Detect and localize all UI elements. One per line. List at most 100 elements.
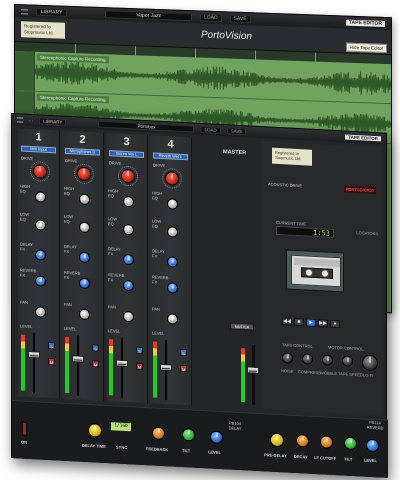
high-eq-knob[interactable]	[79, 193, 90, 206]
high-eq-knob[interactable]	[35, 191, 46, 203]
wobble-knob[interactable]	[322, 354, 333, 366]
menu-icon[interactable]	[17, 117, 23, 123]
channel-fader-cap[interactable]	[160, 363, 172, 372]
high-eq-knob[interactable]	[167, 198, 178, 210]
play-button[interactable]: ▶	[306, 318, 316, 327]
delay-fx-knob[interactable]	[167, 256, 178, 268]
channel-meter	[21, 334, 25, 391]
master-fader-cap[interactable]	[247, 366, 259, 374]
channel-fader-track[interactable]	[77, 335, 79, 396]
compress-knob[interactable]	[302, 353, 313, 365]
master-section-label: MASTER	[223, 149, 247, 157]
master-fader-track[interactable]	[252, 344, 255, 405]
preset-name-display[interactable]: Portobox	[98, 120, 195, 133]
load-button[interactable]: LOAD	[199, 13, 222, 23]
low-eq-knob[interactable]	[35, 219, 46, 231]
preset-name-display[interactable]: Vapor Jazz	[105, 10, 192, 22]
knob-label: LO-FI	[363, 372, 374, 378]
save-button[interactable]: SAVE	[229, 14, 251, 24]
drive-knob[interactable]	[77, 166, 91, 182]
low-eq-knob[interactable]	[167, 226, 178, 238]
record-button[interactable]: ●	[330, 319, 340, 329]
menu-icon[interactable]	[21, 8, 28, 14]
lo-fi-knob[interactable]	[362, 354, 378, 372]
channel-fader-cap[interactable]	[116, 359, 128, 368]
feedback-knob[interactable]	[152, 426, 165, 441]
library-button[interactable]: LIBRARY	[36, 7, 68, 17]
reverb-level-knob[interactable]	[366, 438, 379, 453]
library-button[interactable]: LIBRARY	[39, 117, 67, 126]
solo-button[interactable]: S	[48, 341, 55, 350]
load-button[interactable]: LOAD	[200, 125, 221, 134]
input-source-select[interactable]: Microphones D	[65, 147, 100, 156]
high-eq-label: HIGH EQ	[64, 185, 74, 196]
delay-tilt-knob[interactable]	[182, 427, 195, 442]
channel-fader-cap[interactable]	[72, 355, 84, 363]
stop-button[interactable]: ■	[294, 317, 304, 327]
input-source-select[interactable]: Stereo Vox L	[109, 150, 144, 158]
tape-speed-knob[interactable]	[342, 355, 353, 367]
mute-button[interactable]: M	[136, 362, 143, 370]
channel-number: 2	[79, 133, 86, 146]
low-eq-knob[interactable]	[79, 221, 90, 234]
delay-fx-knob[interactable]	[123, 253, 134, 266]
decay-knob[interactable]	[296, 433, 309, 448]
hide-tape-editor-tooltip: Hide Tape Editor	[345, 42, 387, 54]
solo-button[interactable]: S	[92, 344, 99, 352]
reverb-fx-knob[interactable]	[79, 277, 90, 290]
delay-fx-label: DELAY FX	[108, 246, 121, 256]
solo-button[interactable]: S	[136, 346, 143, 354]
low-eq-label: LOW EQ	[64, 213, 74, 224]
reverb-tilt-knob[interactable]	[344, 436, 357, 451]
portodigico-brand: PORTODIGICO	[343, 185, 376, 195]
master-button[interactable]: MASTER	[230, 322, 254, 331]
save-button[interactable]: SAVE	[226, 127, 247, 136]
drive-knob[interactable]	[33, 164, 47, 179]
noise-knob[interactable]	[282, 352, 293, 364]
high-eq-knob[interactable]	[123, 195, 134, 208]
fx-label: FEEDBACK	[146, 446, 169, 453]
cassette-tape-icon	[291, 254, 341, 288]
delay-level-knob[interactable]	[210, 430, 223, 445]
reverb-fx-knob[interactable]	[167, 282, 178, 294]
tape-editor-toggle[interactable]: TAPE EDITOR	[345, 19, 385, 27]
tape-editor-toggle[interactable]: TAPE EDITOR	[345, 134, 381, 142]
mute-button[interactable]: M	[180, 364, 187, 373]
input-source-select[interactable]: Reverb Wet L	[153, 152, 188, 161]
channel-number: 1	[35, 131, 42, 144]
waveform-track-1	[35, 61, 391, 95]
nav-arrows-icon[interactable]: ‹ ›	[29, 118, 33, 123]
pan-knob[interactable]	[167, 313, 178, 325]
delay-fx-knob[interactable]	[35, 249, 46, 261]
mute-button[interactable]: M	[92, 360, 99, 368]
drive-label: DRIVE	[21, 155, 34, 162]
pan-knob[interactable]	[79, 308, 90, 321]
delay-fx-knob[interactable]	[79, 251, 90, 264]
channel-fader-cap[interactable]	[28, 350, 40, 359]
fast-forward-button[interactable]: ▶▶	[318, 319, 328, 328]
drive-knob[interactable]	[165, 171, 179, 186]
pan-knob[interactable]	[123, 310, 134, 323]
portovision-logo: PortoVision	[201, 29, 252, 43]
fx-label: LF CUTOFF	[314, 454, 337, 462]
app-stage: LIBRARY Vapor Jazz LOAD SAVE TAPE EDITOR…	[0, 0, 400, 480]
rewind-button[interactable]: ◀◀	[282, 317, 292, 326]
lf-cutoff-knob[interactable]	[320, 435, 333, 449]
delay-fx-label: DELAY FX	[152, 248, 165, 259]
drive-knob[interactable]	[121, 168, 135, 184]
reverb-fx-knob[interactable]	[35, 275, 46, 287]
pan-knob[interactable]	[35, 306, 46, 318]
low-eq-knob[interactable]	[123, 223, 134, 236]
input-source-select[interactable]: MIX Input	[21, 145, 56, 154]
delay-time-knob[interactable]	[88, 423, 102, 438]
solo-button[interactable]: S	[180, 348, 187, 357]
track-header[interactable]	[15, 51, 35, 91]
high-eq-label: HIGH EQ	[20, 183, 30, 194]
fx-on-switch[interactable]	[22, 421, 27, 436]
reverb-fx-knob[interactable]	[123, 279, 134, 292]
channel-fader-track[interactable]	[121, 337, 123, 398]
channel-fader-track[interactable]	[33, 333, 35, 394]
pre-delay-knob[interactable]	[270, 432, 284, 448]
mute-button[interactable]: M	[48, 357, 55, 366]
channel-strip: 4 Reverb Wet L DRIVE HIGH EQ LOW EQ DELAY FX R…	[150, 135, 192, 406]
